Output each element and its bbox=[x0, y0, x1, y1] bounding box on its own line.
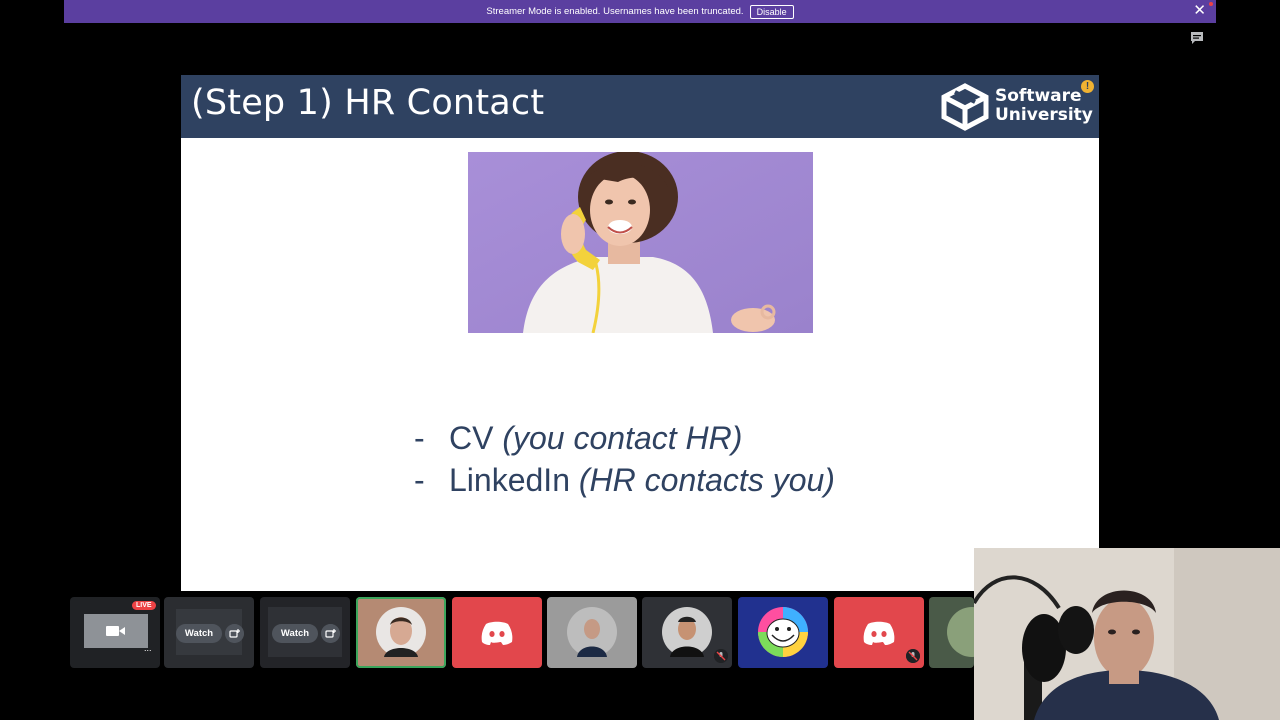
tile-participant[interactable] bbox=[834, 597, 924, 668]
tile-stream-watch[interactable]: Watch bbox=[164, 597, 254, 668]
avatar bbox=[662, 607, 712, 657]
muted-mic-icon bbox=[906, 649, 920, 663]
warning-icon: ! bbox=[1081, 80, 1094, 93]
softuni-logo-icon bbox=[941, 83, 989, 131]
muted-mic-icon bbox=[714, 649, 728, 663]
watch-button[interactable]: Watch bbox=[272, 624, 318, 643]
tile-participant[interactable] bbox=[929, 597, 974, 668]
tile-participant[interactable] bbox=[452, 597, 542, 668]
avatar bbox=[567, 607, 617, 657]
bullet-list: - CV (you contact HR) - LinkedIn (HR conta… bbox=[414, 417, 835, 501]
bullet-item: - LinkedIn (HR contacts you) bbox=[414, 462, 835, 498]
add-to-watch-icon[interactable] bbox=[225, 624, 244, 643]
slide-title: (Step 1) HR Contact bbox=[191, 83, 545, 123]
avatar bbox=[376, 607, 426, 657]
more-options-icon[interactable]: ... bbox=[144, 643, 152, 653]
chat-icon[interactable] bbox=[1190, 31, 1204, 45]
tile-participant[interactable] bbox=[738, 597, 828, 668]
slide-header: (Step 1) HR Contact Software University … bbox=[181, 75, 1099, 138]
webcam-overlay bbox=[974, 548, 1280, 720]
camera-icon bbox=[106, 626, 125, 636]
streamer-mode-message: Streamer Mode is enabled. Usernames have… bbox=[486, 6, 744, 17]
logo-line-1: Software bbox=[995, 86, 1082, 106]
avatar bbox=[758, 607, 808, 657]
woman-on-phone-photo bbox=[468, 152, 813, 333]
bullet-italic: (you contact HR) bbox=[502, 420, 743, 456]
bullet-main: LinkedIn bbox=[449, 462, 570, 498]
tile-participant-speaking[interactable] bbox=[356, 597, 446, 668]
avatar bbox=[947, 607, 974, 657]
streamer-mode-banner: Streamer Mode is enabled. Usernames have… bbox=[64, 0, 1216, 23]
logo-line-2: University bbox=[995, 105, 1093, 125]
close-icon[interactable]: ✕ bbox=[1193, 3, 1206, 19]
bullet-item: - CV (you contact HR) bbox=[414, 420, 743, 456]
live-badge: LIVE bbox=[132, 601, 156, 610]
discord-logo-icon bbox=[481, 621, 513, 645]
tile-participant[interactable] bbox=[547, 597, 637, 668]
bullet-main: CV bbox=[449, 420, 494, 456]
tile-participant[interactable] bbox=[642, 597, 732, 668]
shared-screen-slide: (Step 1) HR Contact Software University … bbox=[181, 75, 1099, 591]
tile-stream-watch[interactable]: Watch bbox=[260, 597, 350, 668]
add-to-watch-icon[interactable] bbox=[321, 624, 340, 643]
bullet-italic: (HR contacts you) bbox=[578, 462, 835, 498]
disable-button[interactable]: Disable bbox=[749, 4, 794, 19]
tile-live-stream[interactable]: LIVE ... bbox=[70, 597, 160, 668]
watch-button[interactable]: Watch bbox=[176, 624, 222, 643]
discord-logo-icon bbox=[863, 621, 895, 645]
participant-tiles: LIVE ... Watch Watch bbox=[68, 597, 974, 668]
logo-text: Software University bbox=[995, 87, 1093, 125]
notification-dot bbox=[1209, 2, 1213, 6]
